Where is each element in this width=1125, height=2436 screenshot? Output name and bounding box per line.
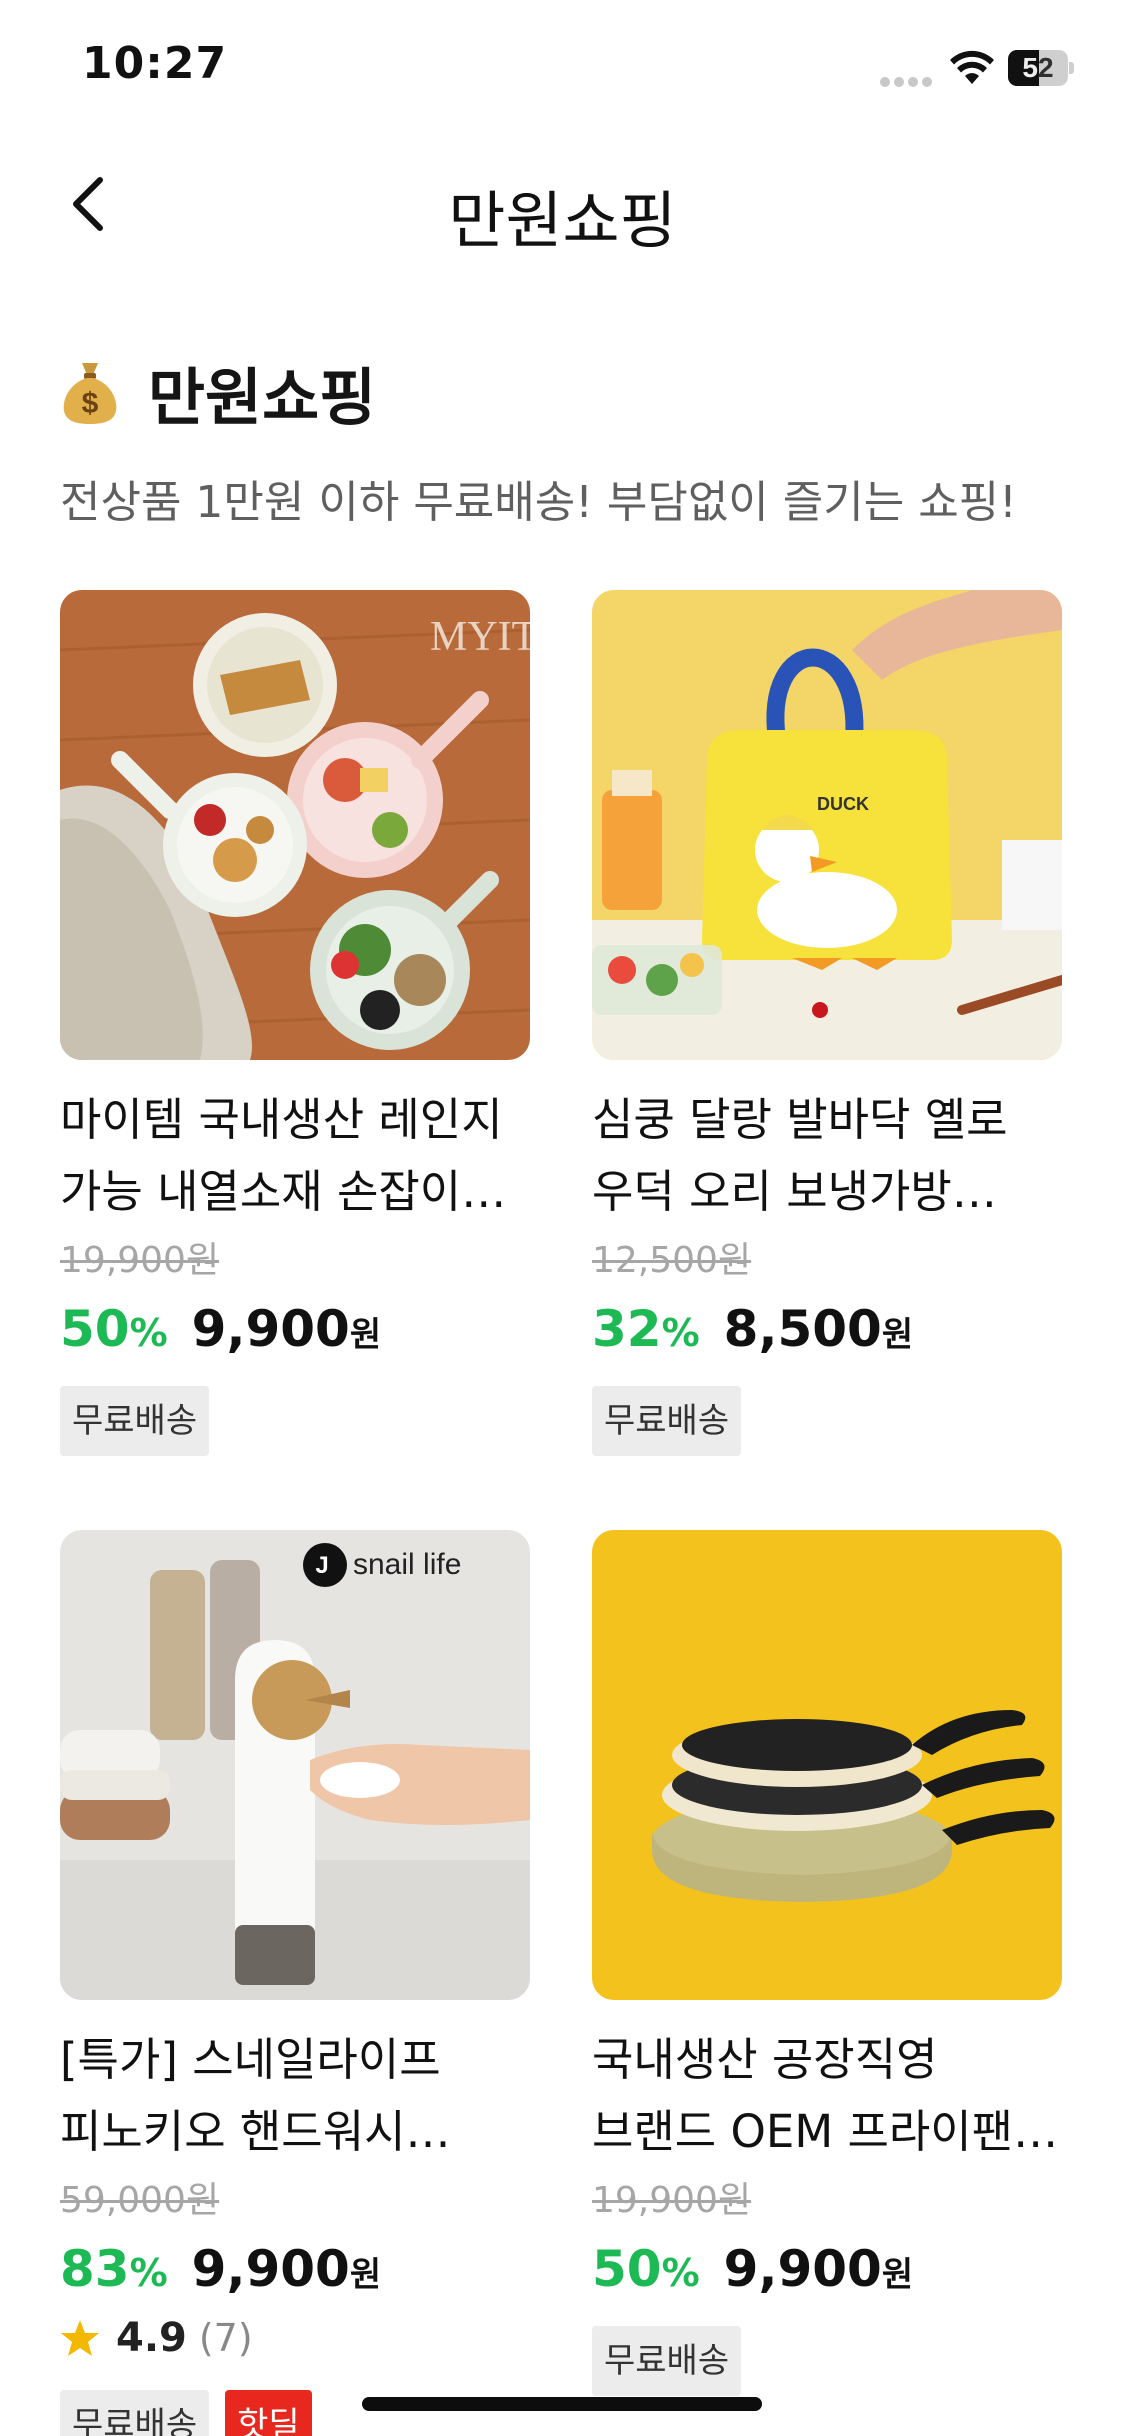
svg-text:J: J xyxy=(315,1552,328,1579)
free-shipping-tag: 무료배송 xyxy=(60,1386,210,1456)
hot-deal-tag: 핫딜 xyxy=(225,2390,312,2436)
home-indicator xyxy=(362,2397,762,2411)
product-card[interactable]: DUCK 심쿵 달랑 발바닥 옐로 우덕 오리 보냉가방 (보온보냉) 12,5… xyxy=(592,590,1062,1456)
cellular-signal-icon xyxy=(880,72,936,87)
original-price: 12,500원 xyxy=(592,1240,752,1281)
brand-watermark: snail life xyxy=(353,1548,461,1581)
product-image: DUCK xyxy=(592,590,1062,1060)
section-header: $ 만원쇼핑 xyxy=(60,352,376,434)
battery-icon: 52 xyxy=(1008,50,1074,86)
original-price: 19,900원 xyxy=(60,1240,220,1281)
product-card[interactable]: MYITEM bono 마이템 국내생산 레인지 가능 내열소재 손잡이 구분 … xyxy=(60,590,530,1456)
battery-level: 52 xyxy=(1022,52,1054,83)
free-shipping-tag: 무료배송 xyxy=(60,2390,210,2436)
screen: 10:27 52 만원쇼핑 $ 만원쇼핑 전상품 1만원 이하 무료배송! 부담… xyxy=(0,0,1125,2436)
money-bag-icon: $ xyxy=(63,363,117,424)
sale-price: 9,900원 xyxy=(723,2240,914,2298)
rating-row: 4.9 (7) xyxy=(60,2308,530,2368)
sale-price: 8,500원 xyxy=(723,1300,914,1358)
product-image: MYITEM bono xyxy=(60,590,530,1060)
price-row: 32% 8,500원 xyxy=(592,1300,1062,1364)
product-name: [특가] 스네일라이프 피노키오 핸드워시 디스펜서 xyxy=(60,2033,441,2158)
rating-count: (7) xyxy=(198,2316,253,2360)
price-row: 50% 9,900원 xyxy=(60,1300,530,1364)
page-title: 만원쇼핑 xyxy=(448,184,677,257)
discount-rate: 32% xyxy=(592,1300,700,1358)
star-icon xyxy=(61,2320,99,2356)
product-card[interactable]: 국내생산 공장직영 브랜드 OEM 프라이팬/궁중팬 19,900원 50% 9… xyxy=(592,1530,1062,2396)
price-row: 83% 9,900원 xyxy=(60,2240,530,2304)
section-subtitle: 전상품 1만원 이하 무료배송! 부담없이 즐기는 쇼핑! xyxy=(60,477,1017,528)
product-image: J snail life xyxy=(60,1530,530,2000)
svg-text:$: $ xyxy=(82,387,99,420)
discount-rate: 83% xyxy=(60,2240,168,2298)
tag-row: 무료배송 xyxy=(592,2326,1062,2396)
tag-row: 무료배송 xyxy=(60,1386,530,1456)
discount-rate: 50% xyxy=(592,2240,700,2298)
nav-bar: 만원쇼핑 xyxy=(0,140,1125,270)
rating-score: 4.9 xyxy=(116,2315,187,2361)
product-card[interactable]: J snail life [특가] 스네일라이프 피노키오 핸드워시 디스펜서 … xyxy=(60,1530,530,2436)
product-name: 심쿵 달랑 발바닥 옐로 우덕 오리 보냉가방 (보온보냉) xyxy=(592,1093,1008,1218)
section-title: 만원쇼핑 xyxy=(148,361,377,434)
price-row: 50% 9,900원 xyxy=(592,2240,1062,2304)
product-image xyxy=(592,1530,1062,2000)
free-shipping-tag: 무료배송 xyxy=(592,2326,742,2396)
sale-price: 9,900원 xyxy=(191,1300,382,1358)
tag-row: 무료배송 xyxy=(592,1386,1062,1456)
status-time: 10:27 xyxy=(82,38,228,89)
free-shipping-tag: 무료배송 xyxy=(592,1386,742,1456)
original-price: 19,900원 xyxy=(592,2180,752,2221)
discount-rate: 50% xyxy=(60,1300,168,1358)
brand-watermark: MYITEM bono xyxy=(430,614,530,660)
wifi-icon xyxy=(950,50,994,84)
status-bar: 10:27 52 xyxy=(0,0,1125,140)
product-name: 국내생산 공장직영 브랜드 OEM 프라이팬/궁중팬 xyxy=(592,2033,1029,2158)
brand-watermark: DUCK xyxy=(817,794,869,814)
product-name: 마이템 국내생산 레인지 가능 내열소재 손잡이 구분 접시 xyxy=(60,1093,503,1218)
original-price: 59,000원 xyxy=(60,2180,220,2221)
sale-price: 9,900원 xyxy=(191,2240,382,2298)
